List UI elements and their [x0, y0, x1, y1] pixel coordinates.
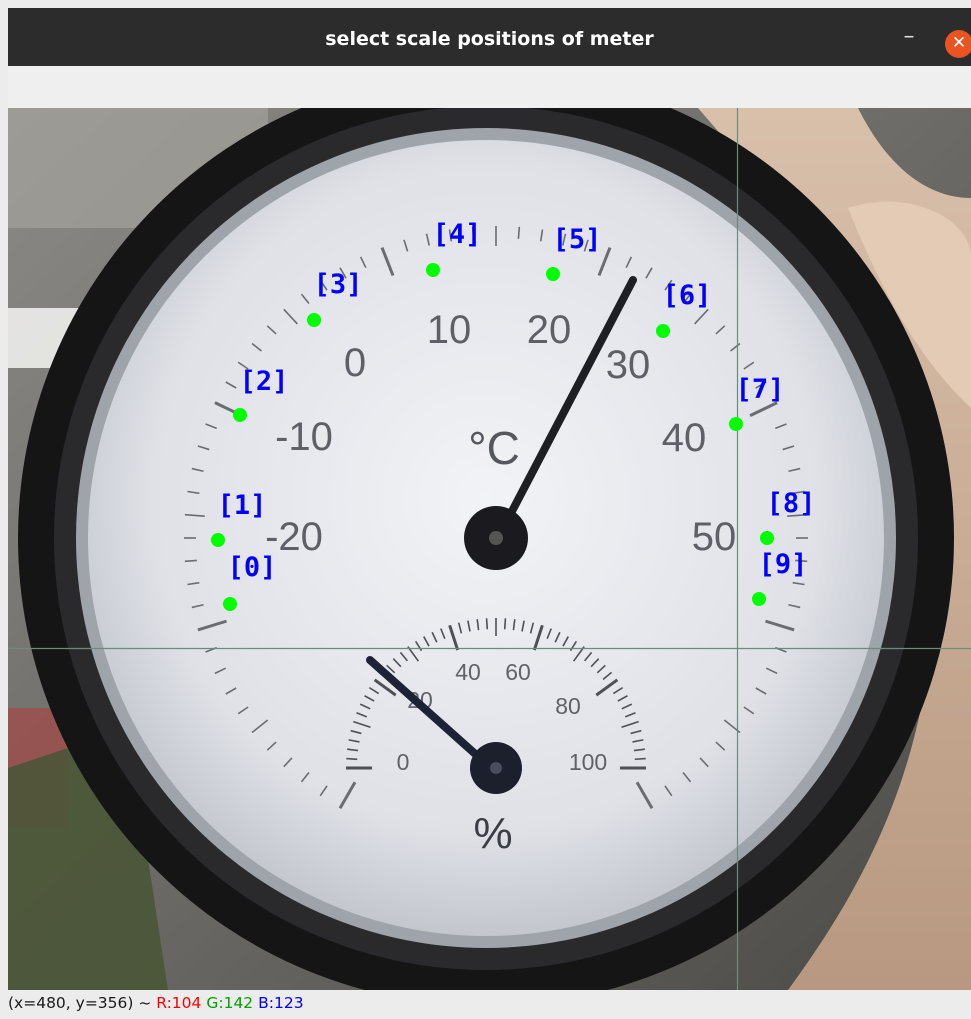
minimize-button[interactable]: –: [896, 26, 922, 54]
humidity-tick: [346, 757, 358, 761]
celsius-tick-label: 50: [692, 515, 737, 559]
close-button[interactable]: ✕: [945, 30, 971, 58]
pixel-green: G:142: [206, 994, 254, 1012]
scale-point-label: [3]: [314, 269, 363, 300]
cursor-coordinates: (x=480, y=356) ~: [8, 994, 152, 1012]
humidity-tick: [634, 757, 646, 761]
humidity-tick-label: 0: [397, 749, 410, 775]
celsius-tick-label: -10: [275, 415, 333, 459]
celsius-tick-label: 10: [427, 308, 472, 352]
pixel-blue: B:123: [258, 994, 304, 1012]
humidity-unit: %: [473, 809, 512, 858]
scale-point-label: [7]: [736, 374, 785, 405]
humidity-tick-label: 80: [555, 693, 581, 719]
scale-point[interactable]: [729, 417, 743, 431]
pixel-red: R:104: [156, 994, 202, 1012]
scale-point-label: [6]: [663, 280, 712, 311]
celsius-tick-label: 20: [527, 308, 572, 352]
scale-point[interactable]: [307, 313, 321, 327]
scale-point[interactable]: [233, 408, 247, 422]
scale-point[interactable]: [656, 324, 670, 338]
celsius-tick: [517, 226, 521, 239]
scale-point-label: [5]: [553, 224, 602, 255]
humidity-tick: [503, 618, 507, 630]
scale-point-label: [4]: [433, 219, 482, 250]
scale-point[interactable]: [211, 533, 225, 547]
image-viewport[interactable]: -20-1001020304050 °C 020406080100 % [0][…: [8, 108, 971, 990]
humidity-tick: [485, 618, 489, 630]
scale-point[interactable]: [426, 263, 440, 277]
scale-point-label: [1]: [218, 490, 267, 521]
scale-point[interactable]: [546, 267, 560, 281]
scale-point-label: [9]: [759, 549, 808, 580]
scale-point-label: [8]: [767, 488, 816, 519]
scale-point[interactable]: [752, 592, 766, 606]
toolbar-area: [8, 66, 971, 108]
celsius-tick-label: 0: [344, 341, 366, 385]
scale-point-label: [2]: [240, 366, 289, 397]
celsius-tick: [184, 559, 197, 563]
humidity-tick-label: 100: [569, 749, 607, 775]
window-title: select scale positions of meter: [325, 28, 654, 50]
humidity-tick-label: 40: [455, 659, 481, 685]
scale-point[interactable]: [223, 597, 237, 611]
celsius-tick-label: 40: [662, 416, 707, 460]
celsius-tick-label: 30: [606, 343, 651, 387]
camera-image: -20-1001020304050 °C 020406080100 % [0][…: [8, 108, 971, 990]
humidity-tick-label: 60: [505, 659, 531, 685]
scale-point-label: [0]: [228, 552, 277, 583]
status-bar: (x=480, y=356) ~ R:104 G:142 B:123: [8, 990, 971, 1019]
scale-point[interactable]: [760, 531, 774, 545]
title-bar: select scale positions of meter – ✕: [8, 8, 971, 66]
celsius-unit: °C: [468, 422, 520, 474]
